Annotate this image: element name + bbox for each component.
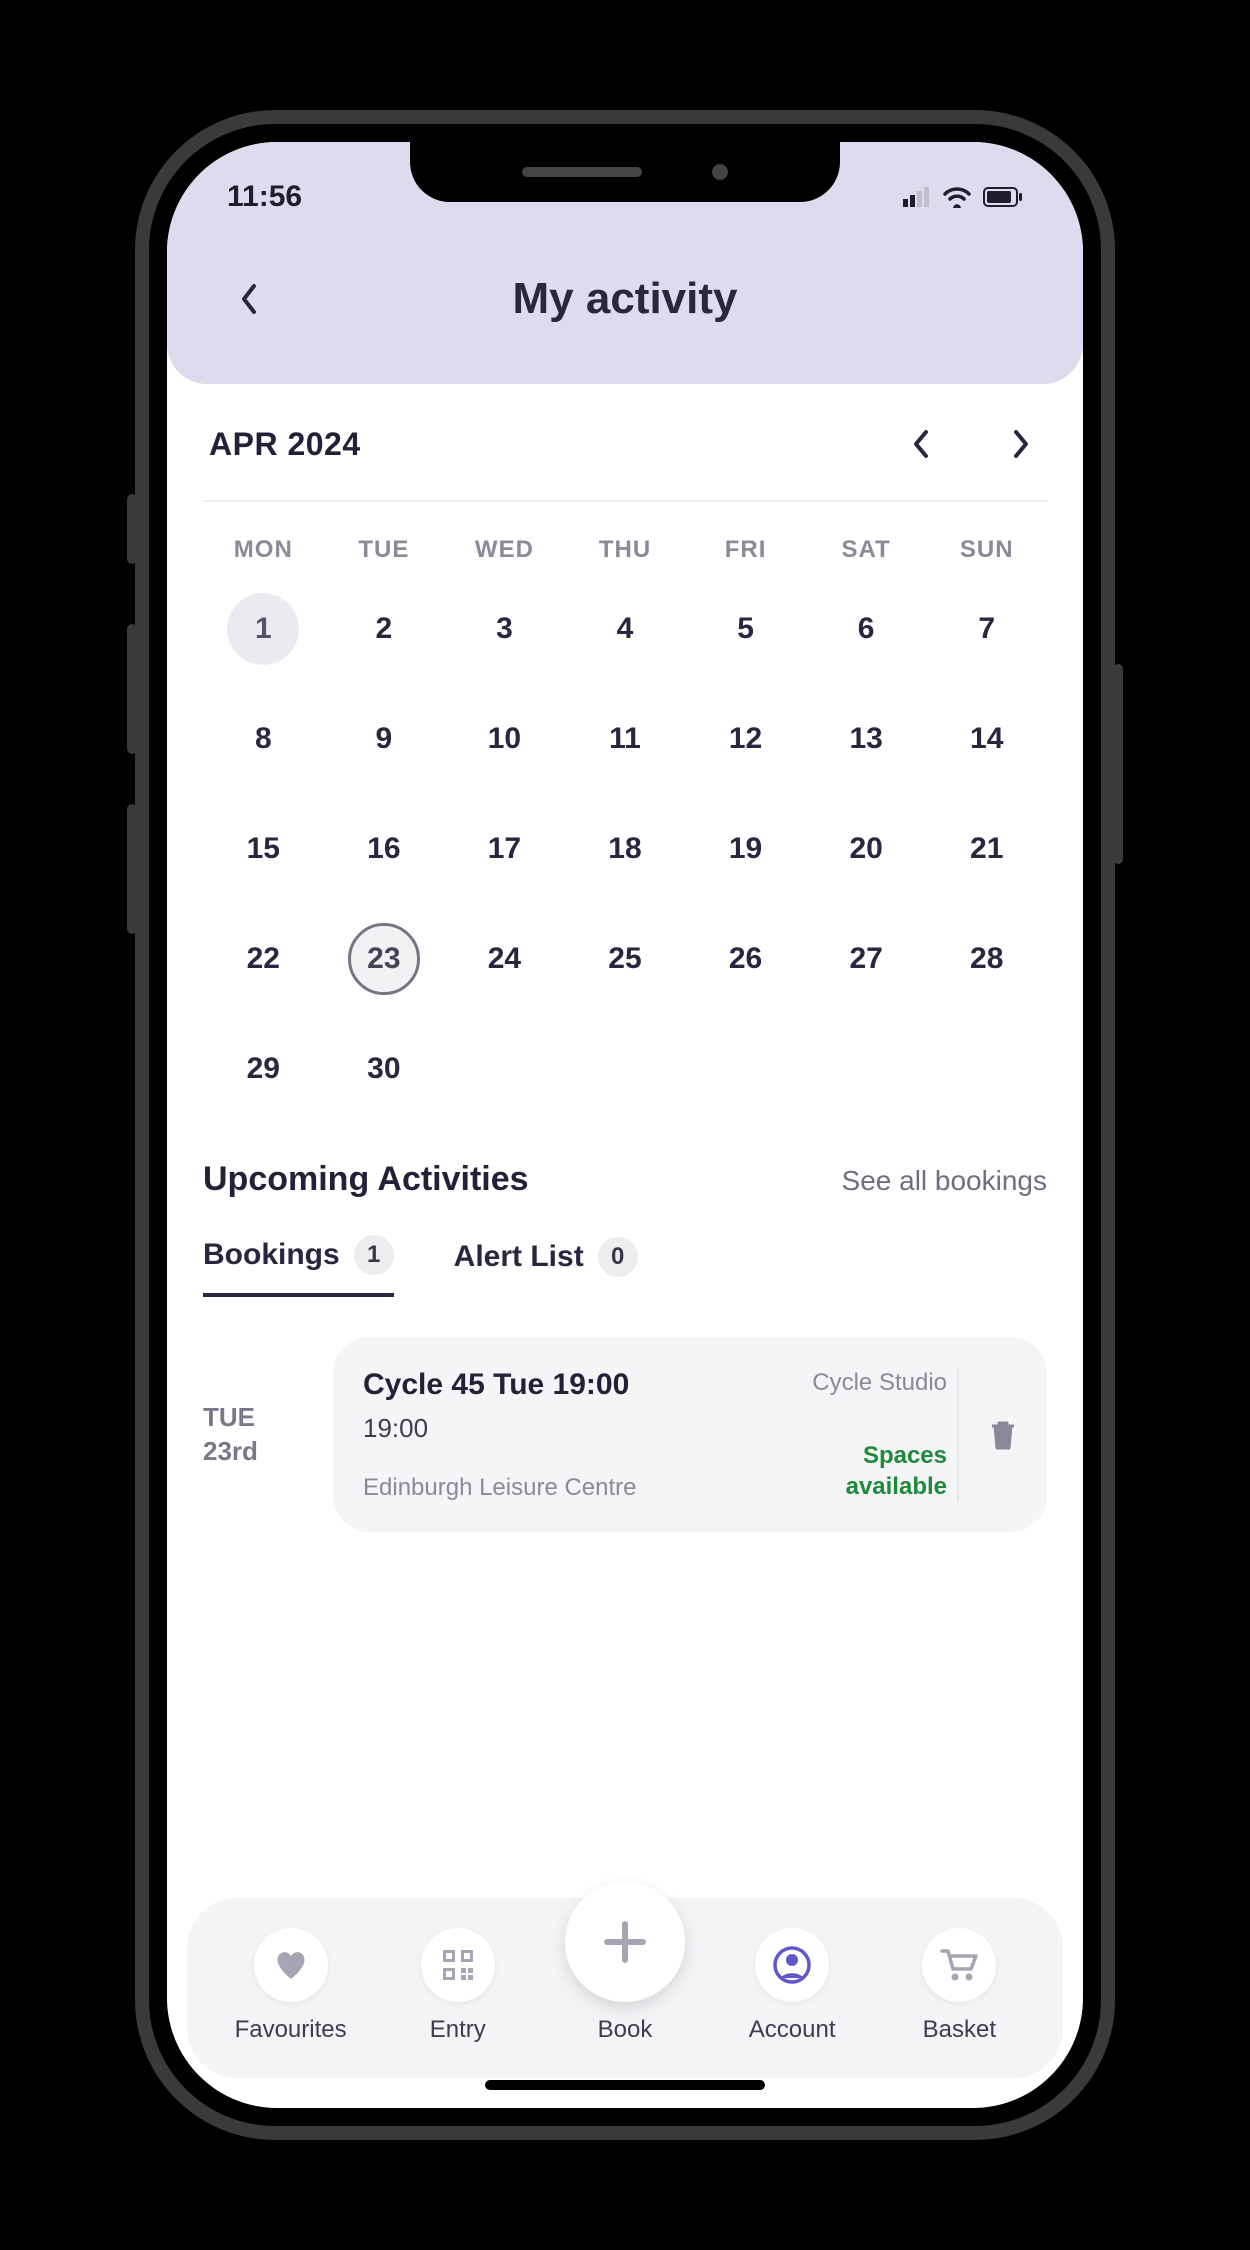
nav-entry[interactable]: Entry	[383, 1928, 533, 2044]
upcoming-title: Upcoming Activities	[203, 1160, 529, 1199]
booking-venue: Edinburgh Leisure Centre	[363, 1474, 783, 1502]
status-time: 11:56	[227, 180, 302, 214]
month-selector: APR 2024	[203, 424, 1047, 502]
calendar-day[interactable]: 17	[444, 794, 565, 904]
qr-icon	[421, 1928, 495, 2002]
calendar-day[interactable]: 10	[444, 684, 565, 794]
month-label: APR 2024	[209, 426, 361, 463]
calendar-weekday: FRI	[685, 536, 806, 564]
tab-alert-count: 0	[598, 1237, 638, 1277]
see-all-bookings-link[interactable]: See all bookings	[842, 1165, 1047, 1197]
account-icon	[755, 1928, 829, 2002]
prev-month-button[interactable]	[901, 424, 941, 464]
booking-title: Cycle 45 Tue 19:00	[363, 1367, 783, 1403]
calendar-day[interactable]: 1	[203, 574, 324, 684]
chevron-left-icon	[912, 429, 930, 459]
calendar-day[interactable]: 28	[926, 904, 1047, 1014]
calendar-empty	[926, 1014, 1047, 1124]
calendar-day[interactable]: 15	[203, 794, 324, 904]
calendar-weekday: WED	[444, 536, 565, 564]
calendar-day[interactable]: 9	[324, 684, 445, 794]
booking-date-label: 23rd	[203, 1435, 313, 1469]
home-indicator[interactable]	[485, 2080, 765, 2090]
booking-date: TUE 23rd	[203, 1337, 313, 1532]
heart-icon	[254, 1928, 328, 2002]
calendar-day[interactable]: 30	[324, 1014, 445, 1124]
calendar-day[interactable]: 20	[806, 794, 927, 904]
battery-icon	[983, 187, 1023, 207]
activity-tabs: Bookings 1 Alert List 0	[203, 1235, 1047, 1297]
calendar-day[interactable]: 8	[203, 684, 324, 794]
calendar-day[interactable]: 13	[806, 684, 927, 794]
calendar-empty	[685, 1014, 806, 1124]
nav-basket-label: Basket	[923, 2016, 996, 2044]
nav-entry-label: Entry	[430, 2016, 486, 2044]
booking-item: TUE 23rd Cycle 45 Tue 19:00 19:00 Edinbu…	[203, 1337, 1047, 1532]
wifi-icon	[943, 186, 971, 208]
calendar-weekday: MON	[203, 536, 324, 564]
calendar-day[interactable]: 3	[444, 574, 565, 684]
chevron-right-icon	[1012, 429, 1030, 459]
calendar-day[interactable]: 12	[685, 684, 806, 794]
calendar-day[interactable]: 29	[203, 1014, 324, 1124]
calendar-day[interactable]: 23	[324, 904, 445, 1014]
tab-alert-list[interactable]: Alert List 0	[454, 1235, 638, 1297]
calendar-day[interactable]: 2	[324, 574, 445, 684]
booking-day-label: TUE	[203, 1401, 313, 1435]
calendar-day[interactable]: 25	[565, 904, 686, 1014]
back-button[interactable]	[227, 277, 271, 321]
calendar-empty	[806, 1014, 927, 1124]
calendar-day[interactable]: 16	[324, 794, 445, 904]
next-month-button[interactable]	[1001, 424, 1041, 464]
calendar-weekday: SUN	[926, 536, 1047, 564]
cart-icon	[922, 1928, 996, 2002]
calendar-day[interactable]: 14	[926, 684, 1047, 794]
booking-card[interactable]: Cycle 45 Tue 19:00 19:00 Edinburgh Leisu…	[333, 1337, 1047, 1532]
tab-bookings[interactable]: Bookings 1	[203, 1235, 394, 1297]
nav-account[interactable]: Account	[717, 1928, 867, 2044]
calendar-empty	[565, 1014, 686, 1124]
nav-account-label: Account	[749, 2016, 836, 2044]
nav-book[interactable]: Book	[550, 1936, 700, 2044]
calendar-day[interactable]: 26	[685, 904, 806, 1014]
calendar-day[interactable]: 4	[565, 574, 686, 684]
cellular-icon	[903, 187, 931, 207]
tab-bookings-label: Bookings	[203, 1238, 340, 1272]
tab-bookings-count: 1	[354, 1235, 394, 1275]
bottom-nav: Favourites Entry Book Account	[187, 1898, 1063, 2078]
chevron-left-icon	[239, 282, 259, 316]
calendar-grid: 1234567891011121314151617181920212223242…	[203, 574, 1047, 1124]
trash-icon	[989, 1419, 1017, 1451]
calendar-day[interactable]: 7	[926, 574, 1047, 684]
calendar-day[interactable]: 18	[565, 794, 686, 904]
calendar-day[interactable]: 5	[685, 574, 806, 684]
calendar-day[interactable]: 19	[685, 794, 806, 904]
tab-alert-label: Alert List	[454, 1240, 584, 1274]
nav-favourites[interactable]: Favourites	[216, 1928, 366, 2044]
calendar-empty	[444, 1014, 565, 1124]
nav-book-label: Book	[598, 2016, 653, 2044]
booking-room: Cycle Studio	[797, 1367, 947, 1398]
calendar-weekdays: MONTUEWEDTHUFRISATSUN	[203, 536, 1047, 564]
status-icons	[903, 186, 1023, 208]
calendar-weekday: THU	[565, 536, 686, 564]
calendar-day[interactable]: 27	[806, 904, 927, 1014]
booking-status: Spaces available	[797, 1440, 947, 1502]
calendar-day[interactable]: 11	[565, 684, 686, 794]
plus-icon	[565, 1882, 685, 2002]
nav-basket[interactable]: Basket	[884, 1928, 1034, 2044]
calendar-day[interactable]: 6	[806, 574, 927, 684]
booking-time: 19:00	[363, 1413, 783, 1444]
page-title: My activity	[513, 274, 738, 324]
calendar-day[interactable]: 21	[926, 794, 1047, 904]
delete-booking-button[interactable]	[957, 1367, 1047, 1502]
calendar-weekday: SAT	[806, 536, 927, 564]
calendar-weekday: TUE	[324, 536, 445, 564]
calendar-day[interactable]: 24	[444, 904, 565, 1014]
nav-favourites-label: Favourites	[235, 2016, 347, 2044]
calendar-day[interactable]: 22	[203, 904, 324, 1014]
